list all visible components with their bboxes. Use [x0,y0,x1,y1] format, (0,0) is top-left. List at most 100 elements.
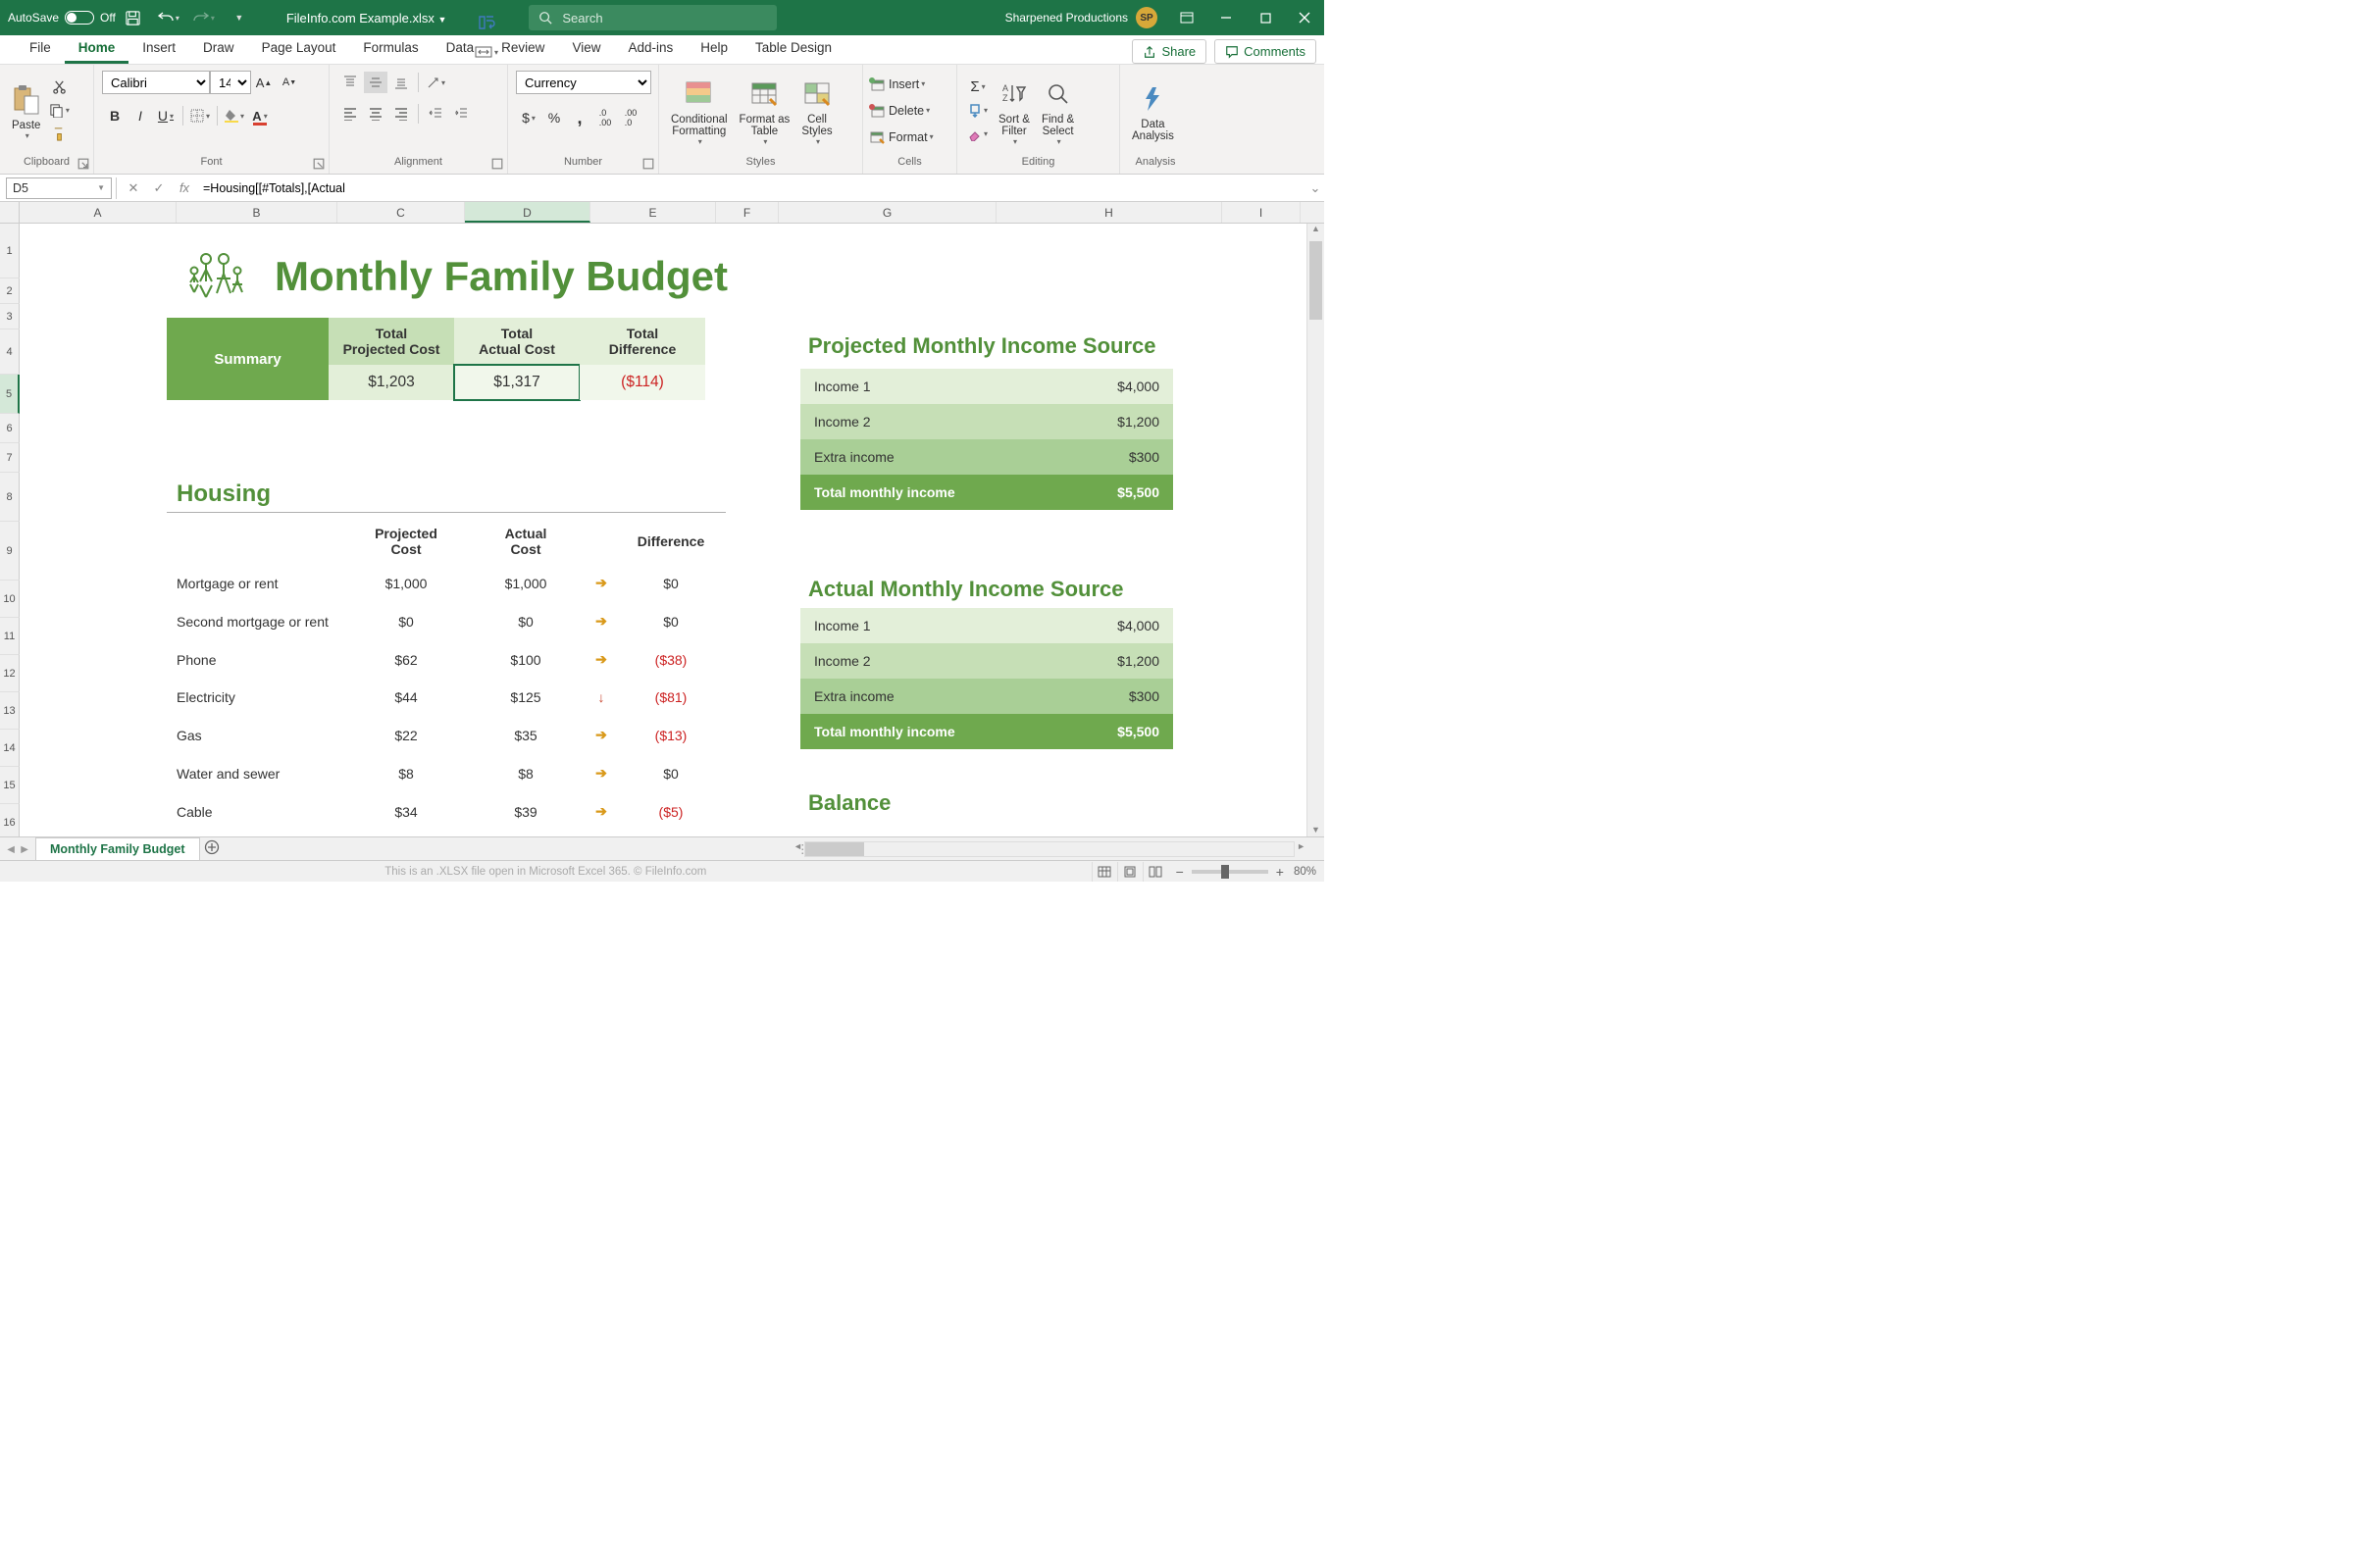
tab-insert[interactable]: Insert [128,34,189,64]
formula-input[interactable] [197,177,1306,199]
bold-icon[interactable]: B [103,105,127,126]
row-header-8[interactable]: 8 [0,473,20,522]
sheet-nav[interactable]: ◄► [0,842,35,856]
row-header-5[interactable]: 5 [0,375,20,414]
user-account[interactable]: Sharpened Productions SP [1005,7,1157,28]
font-color-icon[interactable]: A▾ [248,105,272,126]
ribbon-display-icon[interactable] [1167,0,1206,35]
spreadsheet-grid[interactable]: ABCDEFGHI 12345678910111213141516 Monthl… [0,202,1324,836]
orientation-icon[interactable]: ▾ [424,72,447,93]
align-bottom-icon[interactable] [389,72,413,93]
file-name[interactable]: FileInfo.com Example.xlsx ▼ [286,11,447,25]
tab-table-design[interactable]: Table Design [742,34,845,64]
col-header-G[interactable]: G [779,202,997,223]
row-header-1[interactable]: 1 [0,224,20,278]
align-top-icon[interactable] [338,72,362,93]
search-box[interactable]: Search [529,5,777,30]
col-header-C[interactable]: C [337,202,465,223]
decrease-indent-icon[interactable] [424,103,447,125]
col-header-F[interactable]: F [716,202,779,223]
font-name-select[interactable]: Calibri [102,71,210,94]
autosave-toggle[interactable]: AutoSave Off [8,11,116,25]
tab-file[interactable]: File [16,34,65,64]
format-cells-button[interactable]: Format▾ [867,129,936,145]
accounting-icon[interactable]: $▾ [517,107,540,128]
row-header-13[interactable]: 13 [0,692,20,730]
align-right-icon[interactable] [389,103,413,125]
number-launcher-icon[interactable] [642,158,654,170]
share-button[interactable]: Share [1132,39,1206,64]
underline-icon[interactable]: U▾ [154,105,178,126]
merge-icon[interactable]: ▾ [475,41,498,63]
clear-icon[interactable]: ▾ [966,124,990,145]
number-format-select[interactable]: Currency [516,71,651,94]
name-box[interactable]: D5▼ [6,177,112,199]
row-header-10[interactable]: 10 [0,581,20,618]
zoom-out-button[interactable]: − [1176,864,1184,880]
paste-button[interactable]: Paste▾ [6,78,46,142]
row-header-2[interactable]: 2 [0,278,20,304]
tab-review[interactable]: Review [487,34,558,64]
tab-draw[interactable]: Draw [189,34,248,64]
add-sheet-button[interactable] [200,839,224,858]
tab-add-ins[interactable]: Add-ins [614,34,687,64]
col-header-I[interactable]: I [1222,202,1301,223]
font-size-select[interactable]: 14 [210,71,251,94]
percent-icon[interactable]: % [542,107,566,128]
row-header-9[interactable]: 9 [0,522,20,581]
insert-cells-button[interactable]: Insert▾ [867,76,927,92]
tab-page-layout[interactable]: Page Layout [248,34,350,64]
tab-help[interactable]: Help [687,34,742,64]
increase-font-icon[interactable]: A▲ [252,72,276,93]
row-header-11[interactable]: 11 [0,618,20,655]
fx-icon[interactable]: fx [172,177,197,199]
row-header-3[interactable]: 3 [0,304,20,329]
minimize-icon[interactable] [1206,0,1246,35]
vertical-scrollbar[interactable]: ▲ ▼ [1306,224,1324,836]
sort-filter-button[interactable]: AZ Sort & Filter▾ [993,73,1036,148]
close-icon[interactable] [1285,0,1324,35]
select-all-corner[interactable] [0,202,20,224]
col-header-E[interactable]: E [590,202,716,223]
customize-qat-icon[interactable]: ▼ [228,6,251,29]
expand-formula-bar-icon[interactable]: ⌄ [1306,180,1324,196]
comma-icon[interactable]: , [568,107,591,128]
tab-view[interactable]: View [558,34,614,64]
font-launcher-icon[interactable] [313,158,325,170]
col-header-D[interactable]: D [465,202,590,223]
row-header-16[interactable]: 16 [0,804,20,836]
row-header-4[interactable]: 4 [0,329,20,375]
cancel-formula-icon[interactable]: ✕ [121,177,146,199]
increase-indent-icon[interactable] [449,103,473,125]
row-header-6[interactable]: 6 [0,414,20,443]
fill-icon[interactable]: ▾ [966,100,990,122]
row-header-12[interactable]: 12 [0,655,20,692]
zoom-in-button[interactable]: + [1276,864,1284,880]
horizontal-scrollbar[interactable]: ◄► [804,841,1295,857]
fill-color-icon[interactable]: ▾ [223,105,246,126]
copy-icon[interactable]: ▾ [47,100,71,122]
enter-formula-icon[interactable]: ✓ [146,177,172,199]
alignment-launcher-icon[interactable] [491,158,503,170]
decrease-decimal-icon[interactable]: .00.0 [619,107,642,128]
column-headers[interactable]: ABCDEFGHI [20,202,1324,224]
tab-home[interactable]: Home [65,34,129,64]
increase-decimal-icon[interactable]: .0.00 [593,107,617,128]
sheet-tab[interactable]: Monthly Family Budget [35,837,200,860]
autosum-icon[interactable]: Σ▾ [966,76,990,98]
undo-icon[interactable]: ▾ [157,6,180,29]
page-break-view-icon[interactable] [1143,862,1168,882]
cell-styles-button[interactable]: Cell Styles▾ [795,73,838,148]
format-as-table-button[interactable]: Format as Table▾ [734,73,796,148]
delete-cells-button[interactable]: Delete▾ [867,103,932,119]
align-center-icon[interactable] [364,103,387,125]
find-select-button[interactable]: Find & Select▾ [1036,73,1080,148]
zoom-slider[interactable] [1192,870,1268,874]
tab-formulas[interactable]: Formulas [349,34,432,64]
align-middle-icon[interactable] [364,72,387,93]
clipboard-launcher-icon[interactable] [77,158,89,170]
col-header-B[interactable]: B [177,202,337,223]
zoom-level[interactable]: 80% [1294,866,1316,878]
page-layout-view-icon[interactable] [1117,862,1143,882]
cut-icon[interactable] [47,76,71,98]
